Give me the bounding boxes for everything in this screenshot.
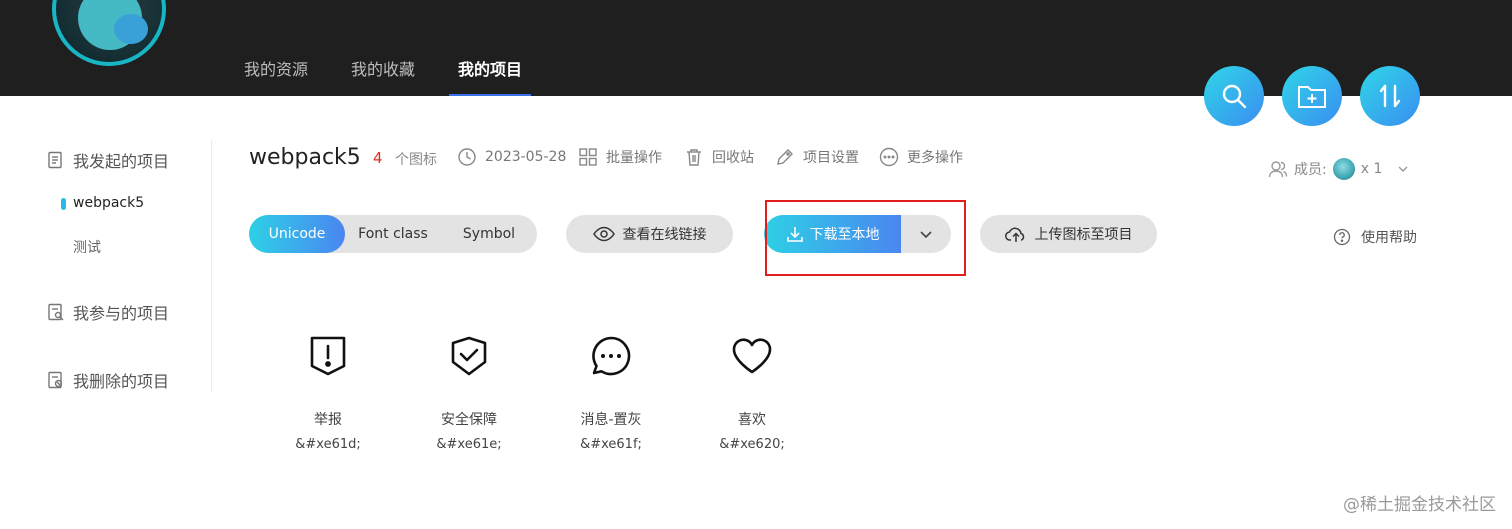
batch-operations-label: 批量操作: [606, 150, 662, 166]
icon-name: 举报: [314, 412, 342, 428]
sidebar-group-deleted[interactable]: 我删除的项目: [47, 368, 169, 392]
heart-icon: [692, 333, 812, 379]
report-icon: [268, 333, 388, 379]
members[interactable]: 成员: x 1: [1268, 158, 1410, 180]
batch-operations-button[interactable]: 批量操作: [578, 147, 662, 167]
sidebar-item-label: webpack5: [73, 195, 145, 211]
user-avatar[interactable]: [52, 0, 166, 66]
upload-icons-label: 上传图标至项目: [1034, 227, 1133, 243]
chevron-down-icon: [1398, 166, 1408, 172]
help-link[interactable]: 使用帮助: [1333, 227, 1417, 247]
active-indicator: [61, 198, 66, 210]
icon-code: &#xe61d;: [295, 437, 361, 452]
highlight-box: [765, 200, 966, 276]
view-online-link-button[interactable]: 查看在线链接: [566, 215, 733, 253]
icon-count: 4: [373, 149, 383, 167]
more-icon: [879, 147, 899, 167]
help-label: 使用帮助: [1361, 230, 1417, 246]
icon-name: 消息-置灰: [580, 412, 642, 428]
recycle-bin-label: 回收站: [712, 150, 754, 166]
icon-card[interactable]: 喜欢 &#xe620;: [692, 333, 812, 452]
tab-my-favorites[interactable]: 我的收藏: [351, 56, 415, 96]
new-project-button[interactable]: [1282, 66, 1342, 126]
sidebar-group-joined[interactable]: 我参与的项目: [47, 300, 169, 324]
trash-icon: [687, 149, 701, 166]
upload-icons-button[interactable]: 上传图标至项目: [980, 215, 1157, 253]
member-avatar: [1332, 158, 1355, 180]
sort-button[interactable]: [1360, 66, 1420, 126]
recycle-bin-button[interactable]: 回收站: [684, 147, 754, 167]
shield-check-icon: [409, 333, 529, 379]
icon-code: &#xe61e;: [436, 437, 502, 452]
icon-card[interactable]: 安全保障 &#xe61e;: [409, 333, 529, 452]
add-folder-icon: [1298, 86, 1326, 108]
icon-card[interactable]: 消息-置灰 &#xe61f;: [551, 333, 671, 452]
icon-name: 安全保障: [441, 412, 497, 428]
sidebar: 我发起的项目 webpack5 测试 我参与的项目 我删除的项目: [0, 140, 212, 392]
tag-icon: [777, 149, 793, 165]
more-operations-button[interactable]: 更多操作: [879, 147, 963, 167]
sidebar-group-label: 我发起的项目: [73, 152, 170, 171]
project-settings-label: 项目设置: [803, 150, 859, 166]
tab-unicode[interactable]: Unicode: [249, 215, 345, 253]
cloud-upload-icon: [1004, 227, 1024, 242]
avatar-figure-arm: [114, 14, 148, 44]
project-title: webpack5: [249, 145, 361, 170]
message-icon: [551, 333, 671, 379]
icon-card[interactable]: 举报 &#xe61d;: [268, 333, 388, 452]
more-operations-label: 更多操作: [907, 150, 963, 166]
sidebar-item-label: 测试: [73, 240, 101, 256]
members-count: x 1: [1360, 161, 1383, 177]
grid-icon: [579, 148, 597, 166]
members-label: 成员:: [1294, 162, 1327, 178]
search-icon: [1222, 84, 1247, 109]
format-switcher: Unicode Font class Symbol: [249, 215, 537, 253]
search-button[interactable]: [1204, 66, 1264, 126]
icon-code: &#xe620;: [719, 437, 785, 452]
sort-icon: [1379, 84, 1401, 108]
members-icon: [1268, 161, 1288, 178]
sidebar-group-started[interactable]: 我发起的项目: [47, 148, 169, 172]
sidebar-item-test[interactable]: 测试: [73, 237, 101, 257]
sidebar-group-label: 我参与的项目: [73, 304, 170, 323]
project-date: 2023-05-28: [457, 147, 566, 167]
eye-icon: [592, 226, 615, 242]
icon-name: 喜欢: [738, 412, 766, 428]
sidebar-group-label: 我删除的项目: [73, 372, 170, 391]
tab-symbol[interactable]: Symbol: [441, 215, 537, 253]
project-date-text: 2023-05-28: [485, 149, 567, 165]
project-search-icon: [48, 303, 64, 321]
project-deleted-icon: [48, 371, 63, 389]
project-settings-button[interactable]: 项目设置: [775, 147, 859, 167]
clock-icon: [458, 148, 476, 166]
project-list-icon: [48, 151, 62, 169]
sidebar-item-webpack5[interactable]: webpack5: [61, 195, 145, 211]
view-online-link-label: 查看在线链接: [622, 227, 707, 243]
tab-my-resources[interactable]: 我的资源: [244, 56, 308, 96]
question-icon: [1333, 228, 1351, 246]
tab-my-projects[interactable]: 我的项目: [449, 56, 532, 96]
watermark: @稀土掘金技术社区: [1343, 495, 1496, 515]
tab-font-class[interactable]: Font class: [345, 215, 441, 253]
icon-code: &#xe61f;: [580, 437, 642, 452]
icon-count-unit: 个图标: [395, 152, 437, 168]
top-nav: 我的资源 我的收藏 我的项目: [244, 56, 565, 96]
